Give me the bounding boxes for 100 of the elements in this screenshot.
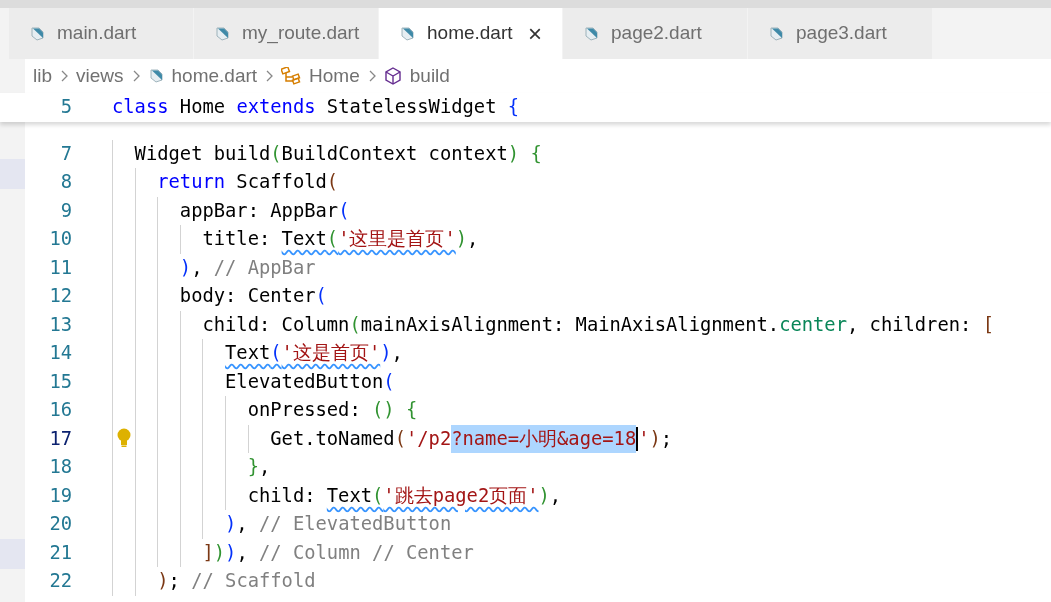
code-text: ) <box>455 227 468 252</box>
code-text: , children: <box>846 312 973 337</box>
code-text: , <box>391 341 403 366</box>
class-icon <box>281 67 302 85</box>
code-text: body: Center <box>179 284 316 309</box>
line-number: 21 <box>48 540 72 565</box>
chevron-icon <box>265 70 274 82</box>
breadcrumb-item[interactable]: build <box>409 61 450 91</box>
editor-tab[interactable]: my_route.dart <box>194 8 379 59</box>
tab-label: page2.dart <box>611 21 702 46</box>
code-text: Text <box>326 483 373 508</box>
code-text: ( <box>315 284 327 309</box>
editor-tab[interactable]: page2.dart <box>563 8 748 59</box>
line-number: 12 <box>48 284 72 309</box>
code-text: ) <box>213 540 226 565</box>
line-number: 10 <box>48 227 72 252</box>
editor-tab[interactable]: page3.dart <box>748 8 933 59</box>
code-text: ; <box>660 426 673 451</box>
editor-tab[interactable]: main.dart <box>9 8 194 59</box>
dart-file-icon <box>583 25 599 42</box>
tab-label: main.dart <box>57 21 137 46</box>
code-text: ; <box>168 569 181 594</box>
breadcrumb-item[interactable]: home.dart <box>171 61 258 91</box>
code-text: Text <box>281 227 327 252</box>
code-text: mainAxisAlignment: MainAxisAlignment. <box>360 312 780 337</box>
code-text: StatelessWidget <box>325 95 498 120</box>
code-text: child: Column <box>202 312 350 337</box>
code-text: [ <box>982 312 994 337</box>
breadcrumb-item[interactable]: lib <box>33 61 52 91</box>
close-icon[interactable]: × <box>528 21 542 46</box>
editor-tab[interactable]: home.dart × <box>379 8 563 59</box>
code-text: ' <box>638 426 650 451</box>
code-text: ) <box>507 141 520 166</box>
code-text: , <box>467 227 479 252</box>
code-text: '/p2 <box>405 426 452 451</box>
code-text: ) <box>649 426 661 451</box>
breadcrumb-item[interactable]: Home <box>309 61 360 91</box>
code-text: // AppBar <box>213 255 316 280</box>
code-text: '这是首页' <box>281 341 381 366</box>
line-number: 13 <box>48 312 72 337</box>
code-text: ( <box>326 170 339 195</box>
line-number: 15 <box>48 369 72 394</box>
code-text: , <box>191 255 204 280</box>
line-number: 9 <box>59 198 72 223</box>
code-text: ) <box>538 483 550 508</box>
code-text: () <box>372 398 395 423</box>
line-number: 16 <box>48 398 72 423</box>
code-text: ( <box>383 369 395 394</box>
dart-file-icon <box>147 68 164 84</box>
code-text: Scaffold <box>235 170 327 195</box>
dart-file-icon <box>399 25 415 42</box>
code-text: { <box>404 398 418 423</box>
code-text: appBar: AppBar <box>179 198 339 223</box>
line-number: 7 <box>59 141 72 166</box>
code-text: ) <box>179 255 192 280</box>
tab-label: my_route.dart <box>242 21 360 46</box>
code-text: class <box>112 95 169 120</box>
code-text: Text <box>225 341 271 366</box>
code-text: // ElevatedButton <box>259 512 452 537</box>
lightbulb-icon[interactable] <box>116 427 132 448</box>
code-text: ( <box>270 141 282 166</box>
code-text: BuildContext context <box>281 141 508 166</box>
code-text: ElevatedButton <box>225 369 384 394</box>
cube-icon <box>383 67 402 85</box>
selected-text: ?name=小明&age=18 <box>451 424 637 453</box>
code-text: // Column // Center <box>259 540 474 565</box>
code-text: , <box>236 540 249 565</box>
code-text: '跳去page2页面' <box>383 483 539 508</box>
code-text: , <box>549 483 562 508</box>
tab-label: home.dart <box>427 21 513 46</box>
code-text: ) <box>380 341 392 366</box>
line-number: 17 <box>48 426 72 451</box>
chevron-icon <box>131 70 140 82</box>
tab-label: page3.dart <box>796 21 887 46</box>
code-text: ( <box>270 341 282 366</box>
code-text: ] <box>202 540 214 565</box>
line-number: 22 <box>48 569 72 594</box>
code-text: title: <box>202 227 272 252</box>
chevron-icon <box>367 70 376 82</box>
code-text: ( <box>372 483 384 508</box>
line-number: 11 <box>48 255 72 280</box>
line-number: 18 <box>48 455 72 480</box>
code-text: ( <box>338 198 350 223</box>
code-text: ) <box>225 540 237 565</box>
code-text: } <box>247 455 259 480</box>
dart-file-icon <box>29 25 45 42</box>
line-number: 5 <box>59 95 72 120</box>
code-text: return <box>157 170 226 195</box>
dart-file-icon <box>214 25 230 42</box>
code-text: ) <box>225 512 237 537</box>
code-text: ( <box>349 312 361 337</box>
code-text: Widget build <box>134 141 271 166</box>
code-text: child: <box>247 483 317 508</box>
chevron-icon <box>60 70 68 82</box>
code-text: ) <box>157 569 169 594</box>
code-text: center <box>779 312 847 337</box>
code-text: ( <box>326 227 339 252</box>
code-text: extends <box>236 95 316 120</box>
code-text: '这里是首页' <box>338 227 456 252</box>
breadcrumb-item[interactable]: views <box>76 61 124 91</box>
